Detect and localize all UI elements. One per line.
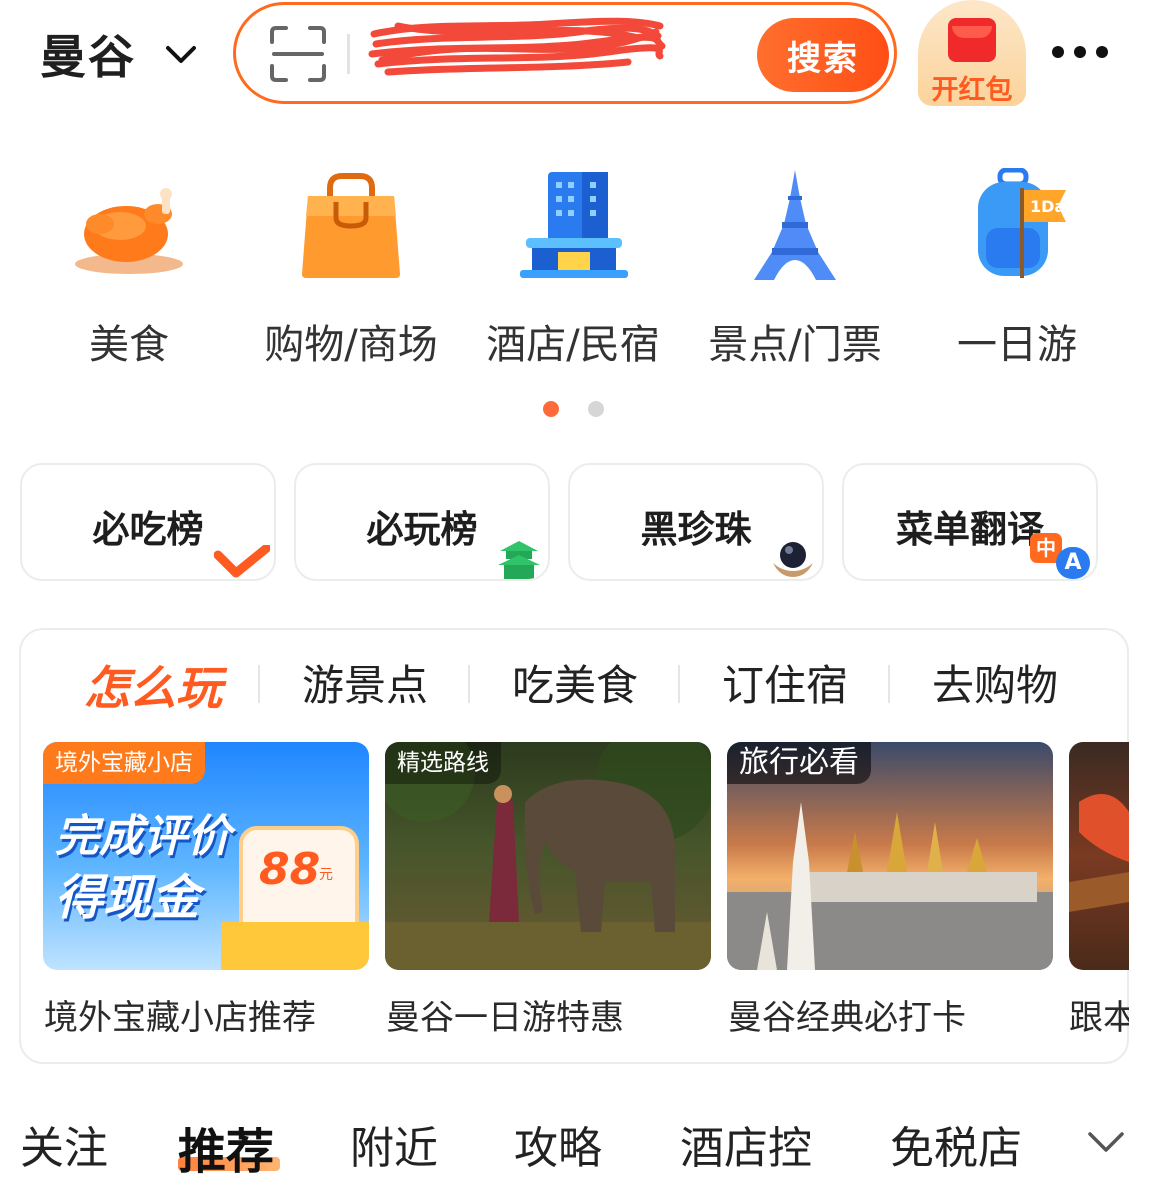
red-packet-button[interactable]: 开红包 [918, 0, 1026, 110]
tab-stay[interactable]: 订住宿 [722, 652, 848, 722]
feed-tab-duty-free[interactable]: 免税店 [890, 1112, 1022, 1176]
category-label: 美食 [89, 322, 169, 368]
tile-caption: 跟本 [1069, 998, 1129, 1038]
translate-en-badge: A [1056, 547, 1090, 579]
category-label: 购物/商场 [264, 322, 438, 368]
rank-card-must-play[interactable]: 必玩榜 [294, 463, 550, 581]
tile-day-tour-deal[interactable]: 精选路线 [385, 742, 711, 970]
more-menu-icon[interactable] [1052, 40, 1112, 64]
feed-tab-guides[interactable]: 攻略 [514, 1112, 602, 1176]
feed-tab-hotel-lovers[interactable]: 酒店控 [680, 1112, 812, 1176]
tab-how-to-play[interactable]: 怎么玩 [84, 652, 222, 722]
category-label: 一日游 [957, 322, 1077, 368]
category-label: 景点/门票 [708, 322, 882, 368]
tile-badge: 精选路线 [385, 742, 501, 784]
coupon-amount: 88 [259, 844, 321, 895]
tile-badge: 境外宝藏小店 [43, 742, 205, 784]
category-hotel[interactable]: 酒店/民宿 [478, 168, 668, 368]
shopping-bag-icon [302, 173, 400, 278]
eiffel-tower-icon [754, 170, 836, 280]
category-day-tour[interactable]: 1Day 一日游 [922, 168, 1112, 368]
category-label: 酒店/民宿 [486, 322, 660, 368]
scan-icon[interactable] [268, 24, 328, 84]
tab-food[interactable]: 吃美食 [512, 652, 638, 722]
category-food[interactable]: 美食 [34, 168, 224, 368]
pager-dot-active[interactable] [543, 401, 559, 417]
rank-card-black-pearl[interactable]: 黑珍珠 [568, 463, 824, 581]
tab-divider [888, 665, 890, 703]
tile-classic-spots[interactable]: 旅行必看 [727, 742, 1053, 970]
search-divider [347, 34, 350, 74]
expand-tabs-chevron-icon[interactable] [1086, 1128, 1126, 1158]
rank-card-menu-translate[interactable]: 菜单翻译 中 A [842, 463, 1098, 581]
promo-line-2: 得现金 [55, 870, 200, 926]
tile-hidden-gem-shops[interactable]: 境外宝藏小店 完成评价 得现金 88 元 [43, 742, 369, 970]
category-shopping[interactable]: 购物/商场 [256, 168, 446, 368]
search-button[interactable]: 搜索 [757, 18, 889, 92]
gift-box [221, 922, 369, 970]
backpack-flag-text: 1Day [1030, 197, 1072, 216]
tab-shopping[interactable]: 去购物 [932, 652, 1058, 722]
backpack-1day-icon: 1Day [978, 168, 1072, 278]
tile-partial[interactable] [1069, 742, 1129, 970]
chevron-down-icon [166, 46, 196, 63]
tile-caption: 曼谷经典必打卡 [728, 998, 966, 1038]
tile-caption: 曼谷一日游特惠 [386, 998, 624, 1038]
red-packet-label: 开红包 [931, 75, 1013, 106]
checkmark-icon [214, 545, 270, 578]
feed-tab-recommended[interactable]: 推荐 [178, 1112, 274, 1180]
seafood-photo [1069, 794, 1129, 912]
red-envelope-icon [948, 18, 996, 62]
tab-divider [678, 665, 680, 703]
city-selector[interactable]: 曼谷 [40, 24, 198, 84]
feed-tab-following[interactable]: 关注 [20, 1112, 108, 1176]
redaction-scribble [368, 17, 666, 76]
rank-card-must-eat[interactable]: 必吃榜 [20, 463, 276, 581]
category-attractions[interactable]: 景点/门票 [700, 168, 890, 368]
hotel-building-icon [520, 172, 628, 278]
tab-sightseeing[interactable]: 游景点 [302, 652, 428, 722]
tab-divider [258, 665, 260, 703]
promo-line-1: 完成评价 [55, 811, 231, 862]
pagoda-icon [498, 541, 540, 579]
translate-icon: 中 A [1030, 533, 1092, 579]
city-name: 曼谷 [40, 30, 136, 84]
pager-dot[interactable] [588, 401, 604, 417]
tile-badge: 旅行必看 [727, 742, 871, 784]
tile-caption: 境外宝藏小店推荐 [44, 998, 316, 1038]
feed-tab-nearby[interactable]: 附近 [350, 1112, 438, 1176]
roast-chicken-icon [75, 188, 183, 274]
coupon-unit: 元 [319, 867, 333, 883]
tab-divider [468, 665, 470, 703]
black-pearl-icon [773, 542, 813, 577]
